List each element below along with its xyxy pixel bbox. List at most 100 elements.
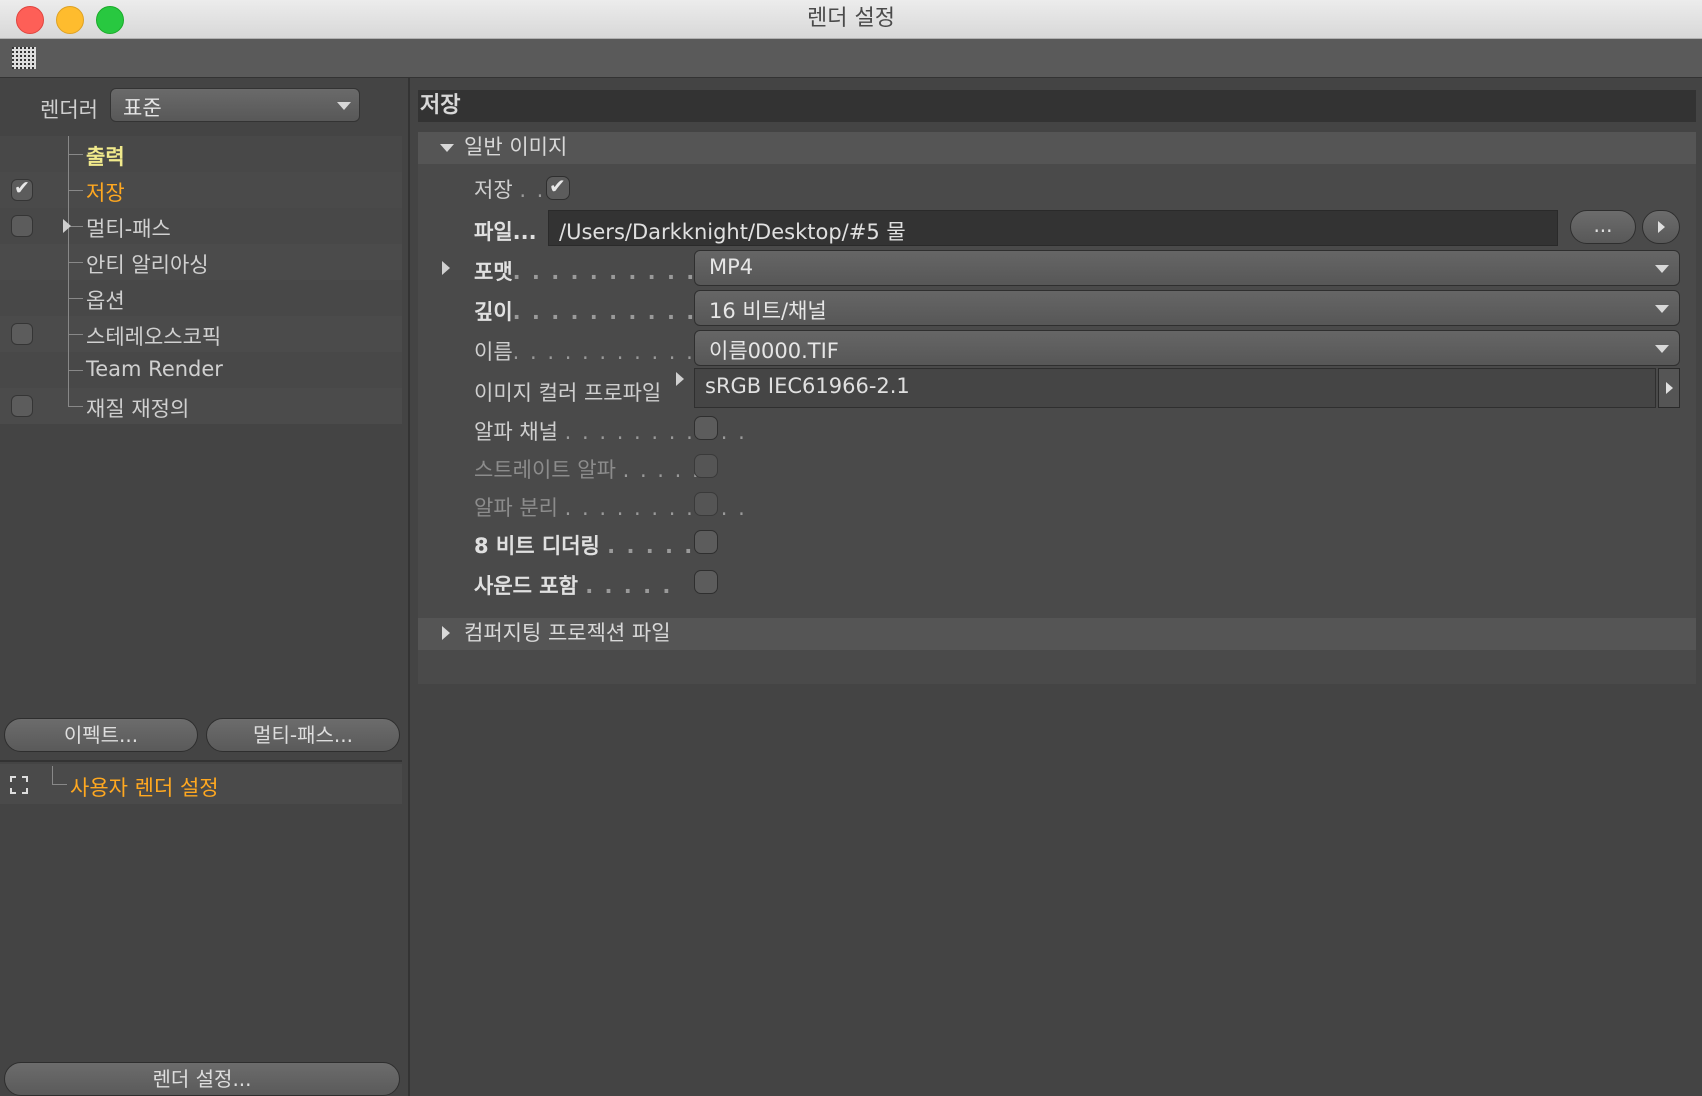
tree-item-label: 멀티-패스 [86, 217, 171, 241]
depth-value: 16 비트/채널 [709, 299, 827, 323]
user-render-settings-item[interactable]: 사용자 렌더 설정 [0, 764, 402, 804]
depth-dropdown[interactable]: 16 비트/채널 [694, 290, 1680, 326]
tree-item-team-render[interactable]: Team Render [0, 352, 402, 388]
section-title: 저장 [418, 90, 1696, 122]
leader-dots: . . . . . [585, 574, 673, 598]
chevron-down-icon [1655, 305, 1669, 313]
renderer-row: 렌더러 표준 [0, 86, 408, 126]
group-title: 컴퍼지팅 프로젝션 파일 [464, 621, 671, 645]
group-general-image-header[interactable]: 일반 이미지 [418, 132, 1696, 164]
tree-connector [68, 370, 69, 388]
color-profile-field[interactable]: sRGB IEC61966-2.1 [694, 368, 1656, 408]
leader-dots: . . . . . [622, 458, 701, 482]
separate-alpha-checkbox[interactable] [694, 492, 718, 516]
name-label: 이름. . . . . . . . . . . . . [474, 336, 730, 366]
dithering-checkbox[interactable] [694, 530, 718, 554]
tree-connector [68, 352, 83, 371]
name-label-text: 이름 [474, 340, 513, 364]
tree-item-label: 저장 [86, 181, 125, 205]
straight-alpha-label: 스트레이트 알파 . . . . . [474, 454, 701, 484]
tree-connector [68, 298, 69, 316]
color-profile-value: sRGB IEC61966-2.1 [705, 374, 910, 398]
toolbar [0, 39, 1702, 78]
render-settings-button[interactable]: 렌더 설정... [4, 1062, 400, 1096]
leader-dots: . . [519, 178, 546, 202]
tree-connector [68, 244, 83, 263]
file-path-input[interactable]: /Users/Darkknight/Desktop/#5 물 [548, 210, 1558, 246]
save-enable-checkbox[interactable] [11, 177, 33, 201]
tree-item-stereoscopic[interactable]: 스테레오스코픽 [0, 316, 402, 352]
window-titlebar: 렌더 설정 [0, 0, 1702, 39]
multipass-button[interactable]: 멀티-패스... [206, 718, 400, 752]
tree-item-save[interactable]: 저장 [0, 172, 402, 208]
file-path-value: /Users/Darkknight/Desktop/#5 물 [559, 220, 906, 244]
file-label: 파일... [474, 220, 537, 244]
alpha-channel-label-text: 알파 채널 [474, 420, 558, 444]
renderer-value: 표준 [123, 96, 162, 120]
format-dropdown[interactable]: MP4 [694, 250, 1680, 286]
depth-label-text: 깊이 [474, 300, 513, 324]
play-arrow-icon [1658, 221, 1665, 233]
dithering-label-text: 8 비트 디더링 [474, 534, 600, 558]
include-sound-label-text: 사운드 포함 [474, 574, 578, 598]
profile-expand-icon[interactable] [676, 372, 684, 386]
play-arrow-icon [1666, 382, 1673, 394]
left-panel: 렌더러 표준 출력 저장 멀티-패스 안티 알리아싱 [0, 78, 410, 1096]
tree-item-label: 재질 재정의 [86, 397, 190, 421]
leader-dots: . . . . . [607, 534, 695, 558]
name-value: 이름0000.TIF [709, 339, 839, 363]
material-override-checkbox[interactable] [11, 395, 33, 417]
tree-item-antialiasing[interactable]: 안티 알리아싱 [0, 244, 402, 280]
straight-alpha-checkbox[interactable] [694, 454, 718, 478]
tree-connector [68, 334, 69, 352]
tree-item-label: 옵션 [86, 289, 125, 313]
tree-item-material-override[interactable]: 재질 재정의 [0, 388, 402, 424]
collapse-arrow-icon [440, 144, 454, 152]
user-render-settings-label: 사용자 렌더 설정 [70, 776, 219, 800]
alpha-channel-checkbox[interactable] [694, 416, 718, 440]
tree-connector [68, 154, 69, 172]
stereoscopic-enable-checkbox[interactable] [11, 323, 33, 345]
straight-alpha-label-text: 스트레이트 알파 [474, 458, 616, 482]
settings-tree: 출력 저장 멀티-패스 안티 알리아싱 옵션 [0, 136, 402, 424]
group-title: 일반 이미지 [464, 135, 568, 159]
leader-dots: . . . . . . . . . . . [564, 496, 747, 520]
expand-arrow-icon [442, 626, 450, 640]
save-label: 저장 . . [474, 174, 545, 204]
tree-connector [52, 766, 67, 785]
leader-dots: . . . . . . . . . . . [564, 420, 747, 444]
focus-target-icon[interactable] [10, 776, 28, 794]
chevron-down-icon [337, 102, 351, 110]
tree-connector [68, 136, 83, 155]
save-checkbox[interactable] [546, 174, 570, 200]
tree-item-label: 출력 [86, 145, 125, 169]
multipass-enable-checkbox[interactable] [11, 215, 33, 237]
name-dropdown[interactable]: 이름0000.TIF [694, 330, 1680, 366]
separate-alpha-label-text: 알파 분리 [474, 496, 558, 520]
include-sound-checkbox[interactable] [694, 570, 718, 594]
effect-button[interactable]: 이펙트... [4, 718, 198, 752]
tree-item-label: Team Render [86, 357, 223, 381]
tree-item-multipass[interactable]: 멀티-패스 [0, 208, 402, 244]
file-browse-button[interactable]: ... [1570, 210, 1636, 244]
tree-connector [68, 262, 69, 280]
group-compositing-header[interactable]: 컴퍼지팅 프로젝션 파일 [418, 618, 1696, 650]
right-panel: 저장 일반 이미지 저장 . . 파일... /Users/Darkknight… [410, 78, 1702, 1096]
color-profile-menu-button[interactable] [1658, 368, 1680, 408]
dithering-label: 8 비트 디더링 . . . . . [474, 530, 694, 560]
format-label-text: 포맷 [474, 260, 513, 284]
expand-arrow-icon[interactable] [63, 219, 71, 233]
tree-item-output[interactable]: 출력 [0, 136, 402, 172]
save-label-text: 저장 [474, 178, 513, 202]
format-value: MP4 [709, 255, 754, 279]
format-expand-icon[interactable] [442, 261, 450, 275]
renderer-dropdown[interactable]: 표준 [110, 88, 360, 122]
tree-connector [68, 316, 83, 335]
grid-menu-icon[interactable] [12, 47, 36, 69]
tree-connector [68, 190, 69, 208]
tree-item-options[interactable]: 옵션 [0, 280, 402, 316]
divider [0, 760, 402, 762]
tree-connector [68, 172, 83, 191]
file-options-button[interactable] [1642, 210, 1680, 244]
chevron-down-icon [1655, 265, 1669, 273]
